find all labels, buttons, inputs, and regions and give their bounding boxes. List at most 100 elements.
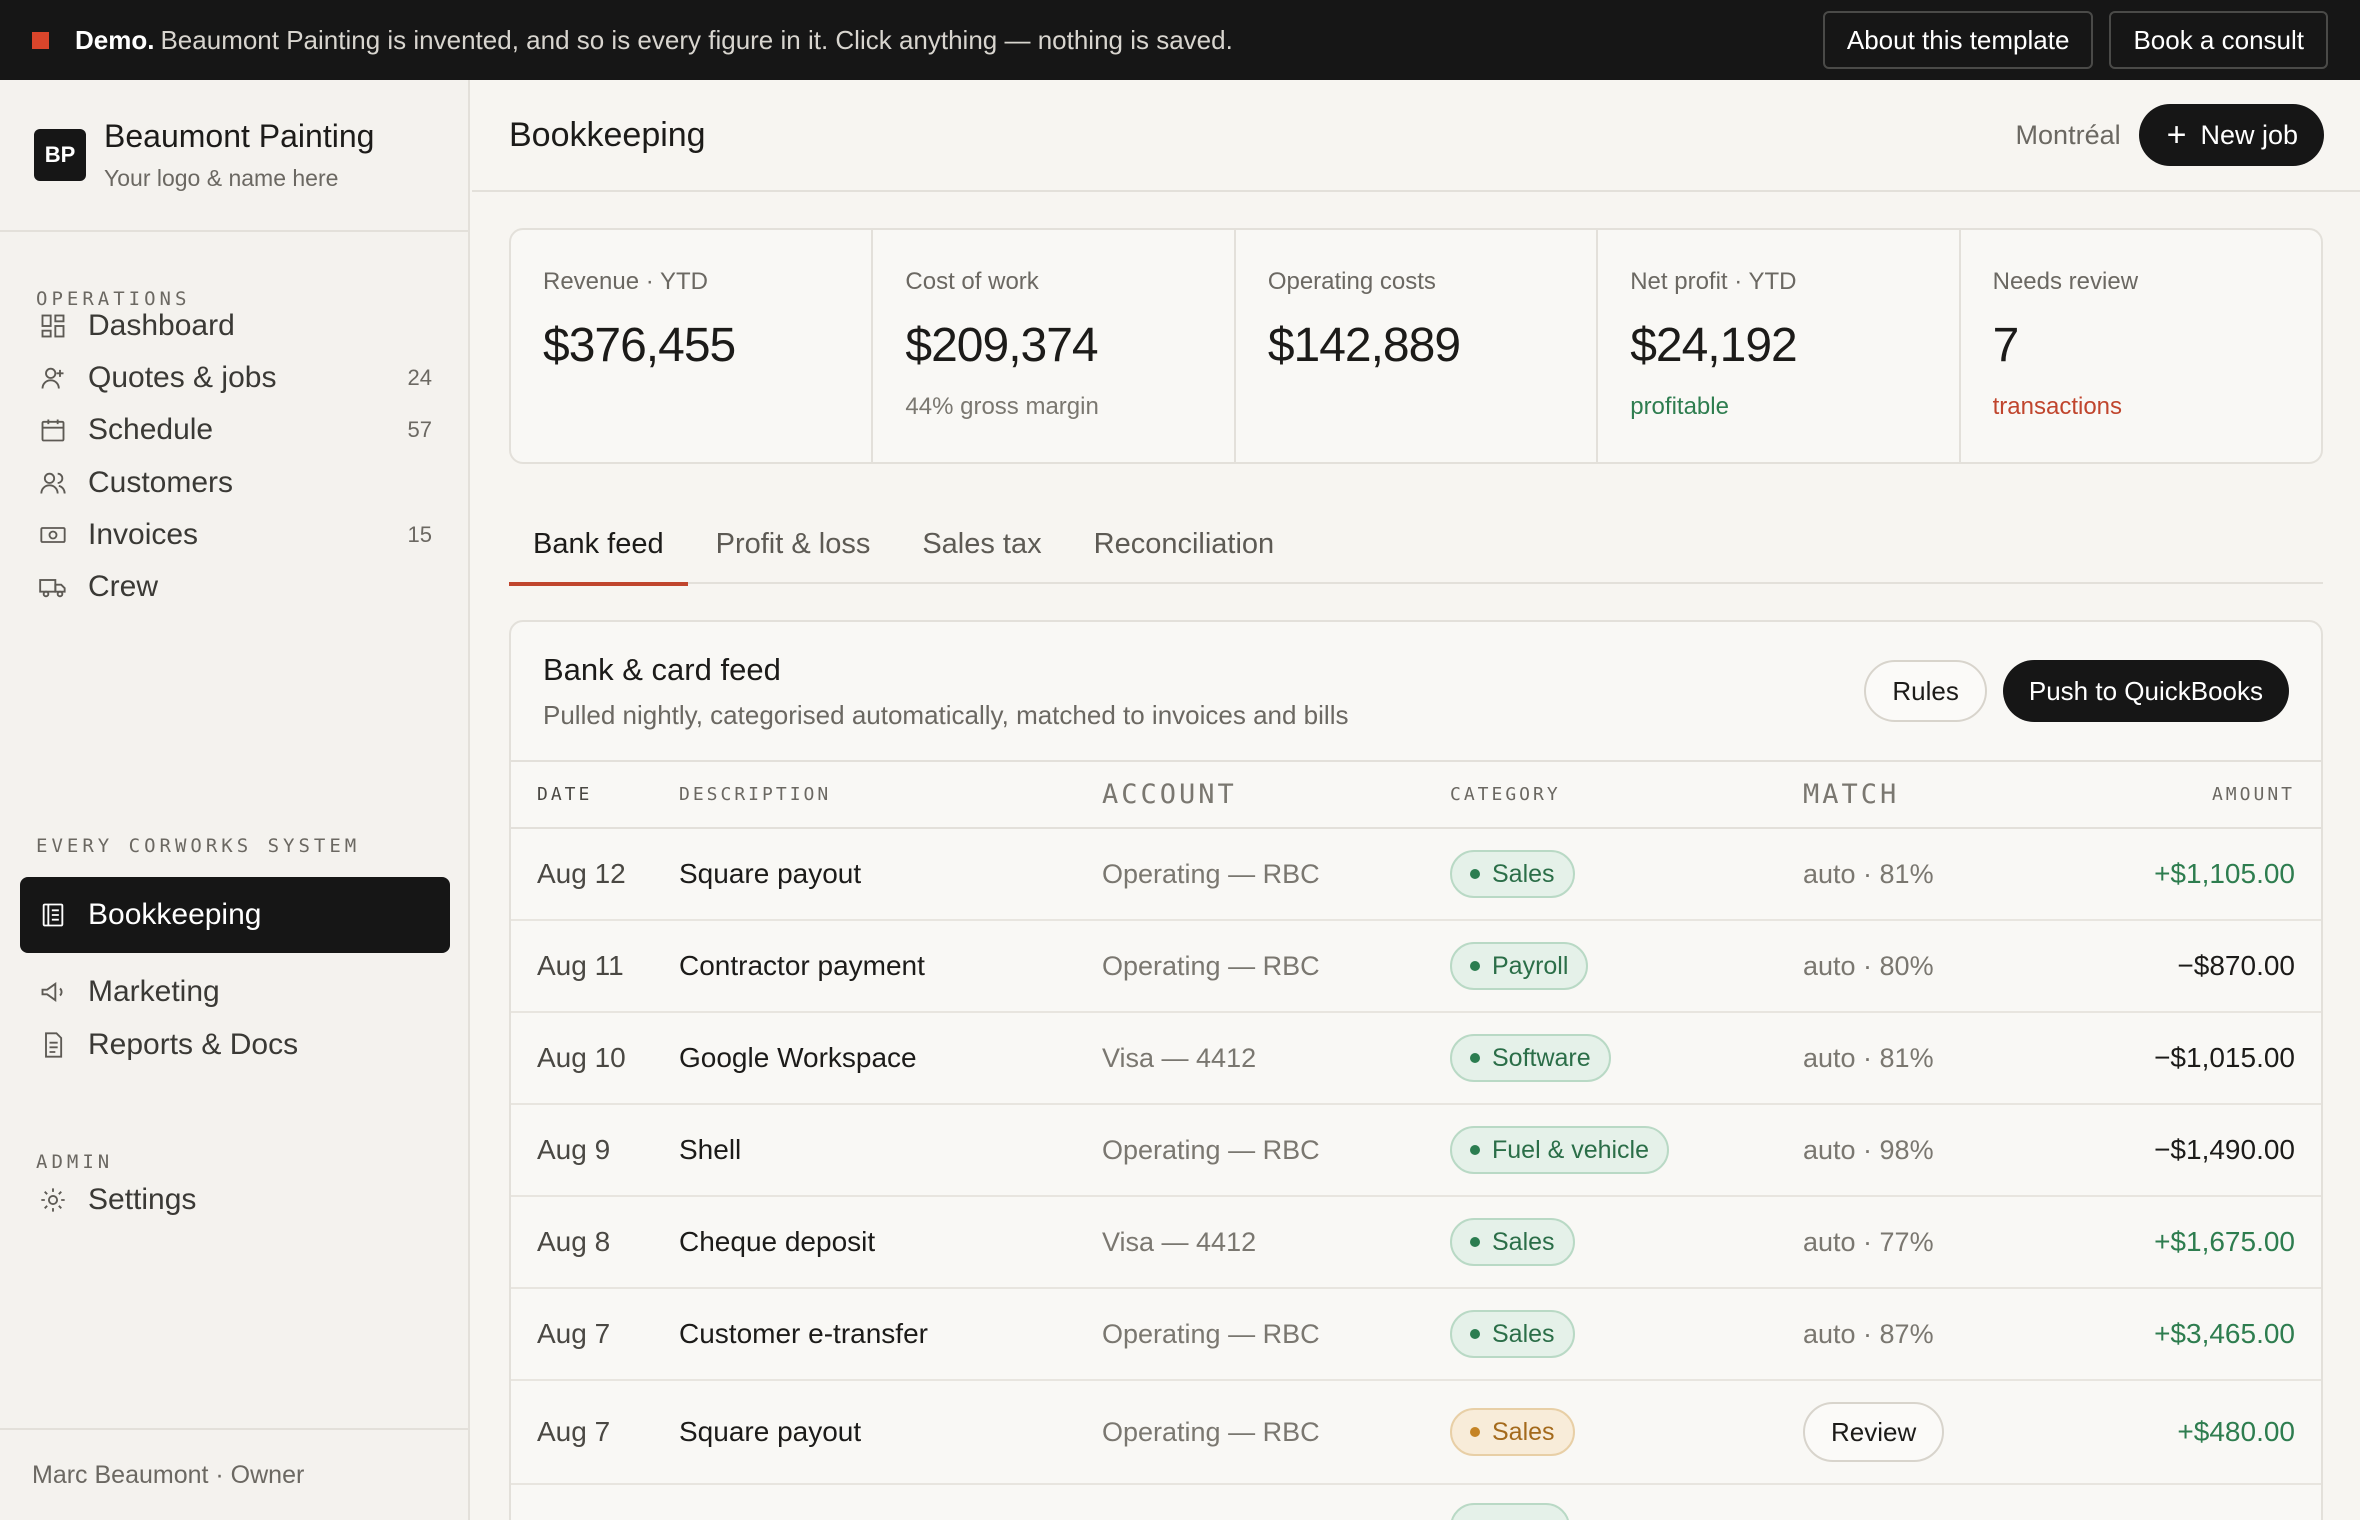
table-row[interactable]: Aug 11 Contractor payment Operating — RB… [511, 920, 2321, 1013]
cell-amount: −$870.00 [2053, 920, 2321, 1013]
push-quickbooks-button[interactable]: Push to QuickBooks [2002, 660, 2289, 722]
current-user[interactable]: Marc Beaumont · Owner [0, 1428, 468, 1520]
category-pill[interactable] [1450, 1503, 1570, 1520]
cell-amount: −$1,490.00 [2053, 1104, 2321, 1197]
category-label: Software [1492, 1043, 1591, 1072]
tab-reconciliation[interactable]: Reconciliation [1070, 504, 1299, 584]
kpi-note: transactions [1992, 393, 2123, 420]
kpi-value: 7 [1992, 319, 2020, 372]
cell-date: Aug 7 [511, 1288, 679, 1381]
cell-account: Visa — 4412 [1102, 1196, 1450, 1289]
feed-header: Bank & card feed Pulled nightly, categor… [511, 622, 2321, 762]
category-pill[interactable]: Sales [1450, 1310, 1575, 1358]
review-button[interactable]: Review [1803, 1402, 1945, 1462]
category-pill[interactable]: Sales [1450, 1218, 1575, 1266]
status-dot-icon [1470, 1237, 1480, 1247]
table-row[interactable]: Aug 8 Cheque deposit Visa — 4412 Sales a… [511, 1196, 2321, 1289]
brand-name: Beaumont Painting [104, 118, 375, 154]
cell-amount: +$1,675.00 [2053, 1196, 2321, 1289]
column-header-amount[interactable]: AMOUNT [2053, 762, 2321, 829]
tab-sales-tax[interactable]: Sales tax [898, 504, 1065, 584]
column-header-category[interactable]: CATEGORY [1450, 762, 1803, 829]
about-template-button[interactable]: About this template [1822, 11, 2094, 69]
sidebar-item-label: Reports & Docs [88, 1028, 299, 1061]
cell-account: Operating — RBC [1102, 828, 1450, 921]
column-header-date[interactable]: DATE [511, 762, 679, 829]
sidebar-item-label: Dashboard [88, 309, 235, 342]
category-pill[interactable]: Sales [1450, 850, 1575, 898]
dashboard-icon [38, 311, 68, 341]
plus-icon: + [2166, 116, 2187, 154]
megaphone-icon [38, 977, 68, 1007]
cell-account: Operating — RBC [1102, 920, 1450, 1013]
category-label: Sales [1492, 1319, 1555, 1348]
demo-banner: Demo. Beaumont Painting is invented, and … [0, 0, 2360, 80]
tab-profit-loss[interactable]: Profit & loss [692, 504, 895, 584]
cell-match: auto · 80% [1803, 920, 2053, 1013]
table-row[interactable]: Aug 12 Square payout Operating — RBC Sal… [511, 828, 2321, 921]
cell-account: Operating — RBC [1102, 1104, 1450, 1197]
demo-label: Demo. [75, 24, 155, 55]
cell-description: Square payout [679, 1380, 1102, 1485]
book-consult-button[interactable]: Book a consult [2109, 11, 2328, 69]
kpi-revenue: Revenue · YTD $376,455 [511, 230, 874, 462]
new-job-button[interactable]: + New job [2138, 104, 2324, 166]
table-row[interactable]: Aug 10 Google Workspace Visa — 4412 Soft… [511, 1012, 2321, 1105]
category-pill[interactable]: Fuel & vehicle [1450, 1126, 1670, 1174]
sidebar-item-crew[interactable]: Crew [20, 549, 450, 625]
cell-amount: +$1,105.00 [2053, 828, 2321, 921]
demo-indicator-icon [32, 31, 49, 49]
kpi-label: Needs review [1992, 268, 2139, 295]
cell-date: Aug 7 [511, 1380, 679, 1485]
sidebar-item-reports-docs[interactable]: Reports & Docs [20, 1007, 450, 1083]
column-header-description[interactable]: DESCRIPTION [679, 762, 1102, 829]
table-row[interactable]: Aug 7 Square payout Operating — RBC Sale… [511, 1380, 2321, 1485]
category-label: Sales [1492, 1417, 1555, 1446]
table-row[interactable] [511, 1484, 2321, 1520]
category-label: Sales [1492, 1227, 1555, 1256]
tab-bar: Bank feed Profit & loss Sales tax Reconc… [509, 504, 2323, 586]
cell-account: Operating — RBC [1102, 1380, 1450, 1485]
table-row[interactable]: Aug 9 Shell Operating — RBC Fuel & vehic… [511, 1104, 2321, 1197]
sidebar: BP Beaumont Painting Your logo & name he… [0, 80, 470, 1520]
sidebar-item-count: 15 [407, 522, 432, 547]
category-pill[interactable]: Software [1450, 1034, 1611, 1082]
category-label: Payroll [1492, 951, 1569, 980]
sidebar-item-label: Crew [88, 570, 159, 603]
demo-text: Beaumont Painting is invented, and so is… [160, 24, 1233, 55]
tab-bank-feed[interactable]: Bank feed [509, 504, 688, 586]
sidebar-item-count: 24 [407, 365, 432, 390]
location-label[interactable]: Montréal [2016, 120, 2121, 151]
kpi-needs-review[interactable]: Needs review 7 transactions [1961, 230, 2321, 462]
brand-logo: BP [34, 129, 86, 181]
cell-match: auto · 87% [1803, 1288, 2053, 1381]
sidebar-item-label: Customers [88, 466, 234, 499]
document-icon [38, 1030, 68, 1060]
column-header-account[interactable]: ACCOUNT [1102, 762, 1450, 829]
cell-description: Cheque deposit [679, 1196, 1102, 1289]
table-row[interactable]: Aug 7 Customer e-transfer Operating — RB… [511, 1288, 2321, 1381]
cell-description: Contractor payment [679, 920, 1102, 1013]
column-header-match[interactable]: MATCH [1803, 762, 2053, 829]
sidebar-item-label: Invoices [88, 518, 199, 551]
kpi-label: Operating costs [1267, 268, 1436, 295]
kpi-value: $24,192 [1630, 319, 1798, 372]
cell-date: Aug 11 [511, 920, 679, 1013]
kpi-label: Revenue · YTD [543, 268, 708, 295]
brand[interactable]: BP Beaumont Painting Your logo & name he… [0, 80, 468, 232]
kpi-note: 44% gross margin [905, 393, 1099, 420]
sidebar-item-settings[interactable]: Settings [20, 1162, 450, 1238]
gear-icon [38, 1185, 68, 1215]
cash-icon [38, 520, 68, 550]
rules-button[interactable]: Rules [1864, 660, 1987, 722]
kpi-note: profitable [1630, 393, 1729, 420]
status-dot-icon [1470, 1329, 1480, 1339]
category-pill[interactable]: Payroll [1450, 942, 1589, 990]
cell-date: Aug 12 [511, 828, 679, 921]
sidebar-item-bookkeeping[interactable]: Bookkeeping [20, 877, 450, 953]
category-pill[interactable]: Sales [1450, 1408, 1575, 1456]
cell-amount: −$1,015.00 [2053, 1012, 2321, 1105]
sidebar-item-label: Bookkeeping [88, 898, 262, 931]
bank-feed-card: Bank & card feed Pulled nightly, categor… [509, 620, 2323, 1520]
main-content: Bookkeeping Montréal + New job Revenue ·… [472, 80, 2360, 1520]
